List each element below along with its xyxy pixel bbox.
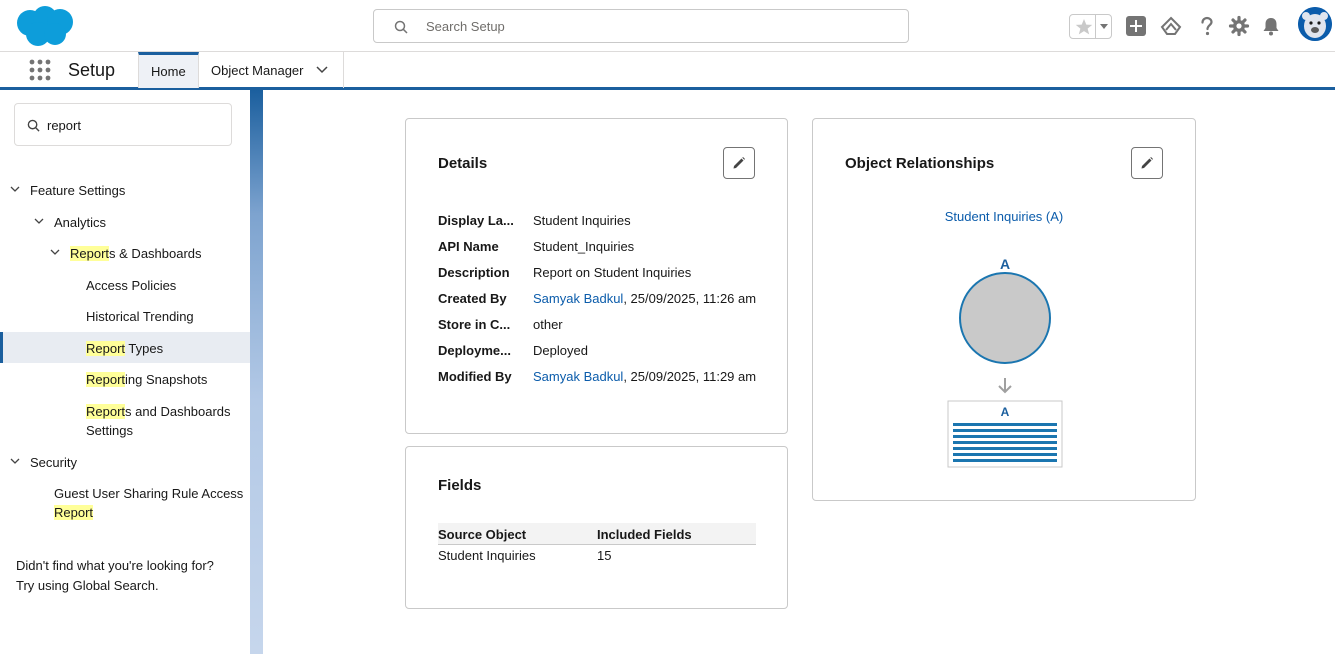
app-launcher-icon[interactable]: [29, 59, 51, 81]
circle-object-label: A: [1000, 256, 1010, 272]
tree-report-types[interactable]: Report Types: [86, 339, 163, 358]
search-icon: [394, 20, 408, 34]
search-highlight: Report: [86, 341, 126, 356]
detail-label-store-in-category: Store in C...: [438, 317, 511, 332]
favorites-dropdown-icon[interactable]: [1098, 20, 1110, 32]
detail-label-created-by: Created By: [438, 291, 507, 306]
detail-label-deployment-status: Deployme...: [438, 343, 511, 358]
sidebar-decorative-strip: [250, 90, 263, 654]
tree-reporting-snapshots[interactable]: Reporting Snapshots: [86, 370, 207, 389]
tree-feature-settings-label: Feature Settings: [30, 183, 126, 198]
search-highlight: Report: [70, 246, 110, 261]
fields-col-included-fields: Included Fields: [597, 527, 692, 542]
fields-cell-included-fields: 15: [597, 548, 612, 563]
tree-guest-user-sharing-label: Guest User Sharing Rule Access: [54, 486, 244, 501]
fields-table-header: Source Object Included Fields: [438, 523, 756, 545]
tab-home-label: Home: [151, 64, 186, 79]
tree-reports-dashboards-settings-label: s and Dashboards: [125, 404, 231, 419]
tree-historical-trending[interactable]: Historical Trending: [86, 307, 194, 326]
quick-find-input[interactable]: [47, 116, 217, 134]
pencil-icon: [1141, 157, 1153, 169]
primary-object-circle: [959, 272, 1051, 364]
relationship-diagram: A A: [947, 256, 1063, 468]
quick-find-box[interactable]: [14, 103, 232, 146]
arrow-down-icon: [998, 378, 1012, 394]
details-title: Details: [438, 155, 488, 172]
notifications-bell-icon[interactable]: [1260, 15, 1282, 37]
trailhead-icon[interactable]: [1160, 15, 1182, 37]
search-icon: [27, 119, 40, 132]
global-search-hint: Didn't find what you're looking for? Try…: [16, 556, 241, 596]
tree-access-policies[interactable]: Access Policies: [86, 276, 176, 295]
detail-value-api-name: Student_Inquiries: [533, 239, 635, 254]
created-by-date: , 25/09/2025, 11:26 am: [623, 291, 757, 306]
detail-value-modified-by: Samyak Badkul, 25/09/2025, 11:29 am: [533, 369, 756, 384]
app-navigation-bar: Setup Home Object Manager: [0, 52, 1335, 90]
detail-label-display-label: Display La...: [438, 213, 514, 228]
chevron-down-icon[interactable]: [10, 186, 20, 193]
tree-access-policies-label: Access Policies: [86, 278, 177, 293]
fields-col-source-object: Source Object: [438, 527, 527, 542]
primary-object-link[interactable]: Student Inquiries (A): [813, 209, 1195, 224]
setup-gear-icon[interactable]: [1228, 15, 1250, 37]
tree-reports-dashboards-settings[interactable]: Reports and Dashboards Settings: [86, 402, 231, 440]
tree-reports-dashboards-settings-label-line2: Settings: [86, 423, 133, 438]
details-card: Details Display La... Student Inquiries …: [405, 118, 788, 434]
object-relationships-card: Object Relationships Student Inquiries (…: [812, 118, 1196, 501]
search-highlight: Report: [86, 404, 126, 419]
detail-label-api-name: API Name: [438, 239, 499, 254]
relationships-edit-button[interactable]: [1131, 147, 1163, 179]
created-by-user-link[interactable]: Samyak Badkul: [533, 291, 623, 306]
table-object-label: A: [1001, 405, 1010, 419]
tree-guest-user-sharing[interactable]: Guest User Sharing Rule Access Report: [54, 484, 243, 522]
tree-reports-dashboards-label: s & Dashboards: [109, 246, 202, 261]
fields-cell-source-object: Student Inquiries: [438, 548, 536, 563]
detail-label-modified-by: Modified By: [438, 369, 512, 384]
chevron-down-icon[interactable]: [316, 66, 328, 74]
tree-reporting-snapshots-label: ing Snapshots: [125, 372, 208, 387]
pencil-icon: [733, 157, 745, 169]
object-relationships-title: Object Relationships: [845, 155, 995, 172]
tab-home[interactable]: Home: [138, 52, 199, 88]
favorites-divider: [1095, 15, 1096, 38]
tree-feature-settings[interactable]: Feature Settings: [8, 181, 125, 200]
global-search-hint-line2: Try using Global Search.: [16, 578, 159, 593]
chevron-down-icon[interactable]: [34, 218, 44, 225]
tree-historical-trending-label: Historical Trending: [86, 309, 194, 324]
search-highlight: Report: [54, 505, 94, 520]
favorites-star-icon[interactable]: [1073, 16, 1095, 37]
tab-object-manager[interactable]: Object Manager: [199, 52, 344, 88]
setup-search-input-box[interactable]: [373, 9, 909, 43]
user-avatar[interactable]: [1298, 7, 1332, 41]
detail-value-store-in-category: other: [533, 317, 563, 332]
fields-title: Fields: [438, 477, 482, 494]
detail-label-description: Description: [438, 265, 510, 280]
modified-by-date: , 25/09/2025, 11:29 am: [623, 369, 757, 384]
global-search-hint-line1: Didn't find what you're looking for?: [16, 558, 214, 573]
detail-value-description: Report on Student Inquiries: [533, 265, 692, 280]
setup-search-input[interactable]: [426, 16, 896, 36]
fields-card: Fields Source Object Included Fields Stu…: [405, 446, 788, 609]
modified-by-user-link[interactable]: Samyak Badkul: [533, 369, 623, 384]
detail-value-created-by: Samyak Badkul, 25/09/2025, 11:26 am: [533, 291, 756, 306]
chevron-down-icon[interactable]: [10, 458, 20, 465]
tree-reports-dashboards[interactable]: Reports & Dashboards: [48, 244, 202, 263]
tree-security[interactable]: Security: [8, 453, 77, 472]
tree-analytics[interactable]: Analytics: [32, 213, 106, 232]
global-header: [0, 0, 1335, 52]
salesforce-logo[interactable]: [15, 5, 75, 47]
search-highlight: Report: [86, 372, 126, 387]
tree-report-types-label: Types: [125, 341, 164, 356]
help-icon[interactable]: [1196, 15, 1218, 37]
detail-value-deployment-status: Deployed: [533, 343, 588, 358]
global-actions-add-icon[interactable]: [1125, 15, 1147, 37]
detail-value-display-label: Student Inquiries: [533, 213, 631, 228]
app-name: Setup: [68, 60, 116, 80]
details-edit-button[interactable]: [723, 147, 755, 179]
tab-object-manager-label: Object Manager: [211, 63, 304, 78]
setup-sidebar: Feature Settings Analytics Reports & Das…: [0, 90, 250, 654]
favorites-group: [1069, 14, 1112, 39]
chevron-down-icon[interactable]: [50, 249, 60, 256]
